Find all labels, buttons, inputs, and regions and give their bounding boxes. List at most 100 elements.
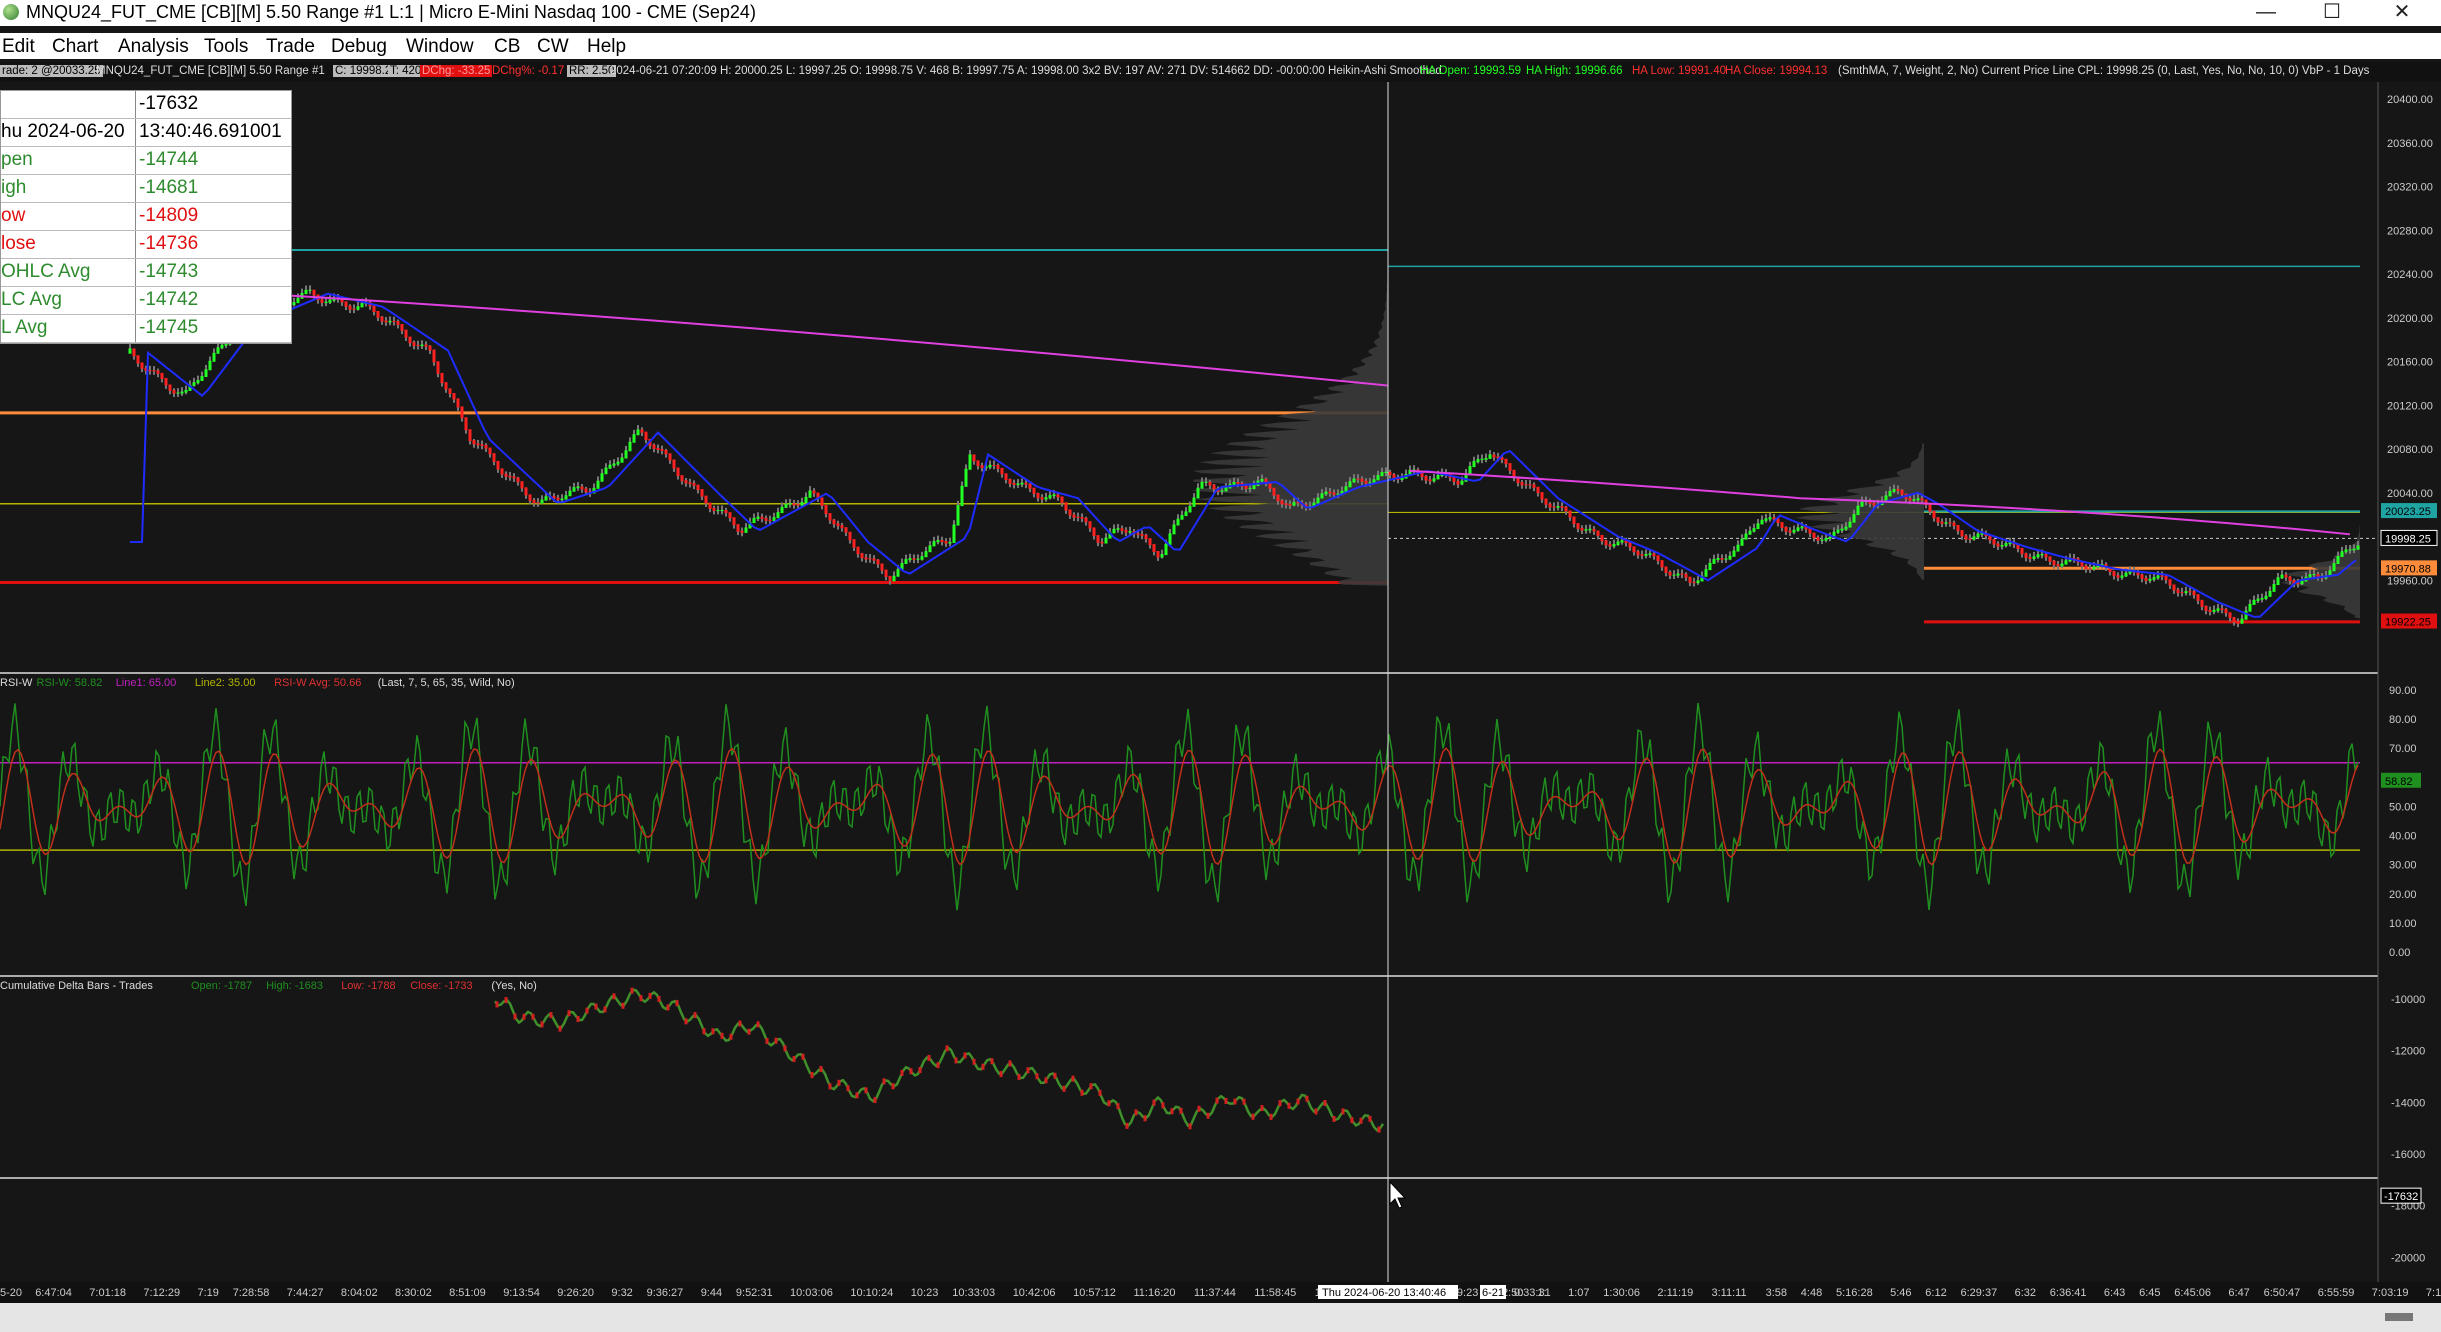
data-window-row-hl-avg: L Avg -14745 bbox=[1, 315, 291, 343]
time-axis-tick-label: 6:32 bbox=[2015, 1287, 2036, 1299]
info-stats: 2024-06-21 07:20:09 H: 20000.25 L: 19997… bbox=[610, 65, 1442, 77]
delta-axis-tick-label: -12000 bbox=[2391, 1046, 2425, 1058]
rsi-current-label: 58.82 bbox=[2385, 776, 2413, 788]
time-axis-tick-label: 10:23 bbox=[911, 1287, 939, 1299]
rsi-legend-item: (Last, 7, 5, 65, 35, Wild, No) bbox=[378, 677, 515, 689]
title-bar: MNQU24_FUT_CME [CB][M] 5.50 Range #1 L:1… bbox=[0, 0, 2441, 26]
time-axis-cursor-label: Thu 2024-06-20 13:40:46 bbox=[1322, 1287, 1446, 1299]
time-axis-tick-label: 6:43 bbox=[2104, 1287, 2125, 1299]
trade-badge[interactable]: rade: 2 @20033.25 bbox=[0, 65, 103, 77]
data-window-label: lose bbox=[1, 233, 36, 254]
time-axis-tick-label: 9:26:20 bbox=[557, 1287, 594, 1299]
delta-legend-item: Close: -1733 bbox=[410, 980, 472, 992]
rsi-axis-tick-label: 20.00 bbox=[2389, 889, 2417, 901]
data-window-value: -14742 bbox=[139, 289, 199, 310]
price-axis-tick-label: 20040.00 bbox=[2387, 488, 2433, 500]
time-axis-tick-label: 7:01:18 bbox=[89, 1287, 126, 1299]
chart-info-bar: rade: 2 @20033.25 MNQU24_FUT_CME [CB][M]… bbox=[0, 62, 2441, 82]
rsi-axis-tick-label: 30.00 bbox=[2389, 860, 2417, 872]
data-window-value: -14681 bbox=[139, 177, 199, 198]
time-axis-tick-label: 7:03:19 bbox=[2372, 1287, 2409, 1299]
data-window-label: LC Avg bbox=[1, 289, 62, 310]
time-axis-tick-label: 6:29:37 bbox=[1961, 1287, 1998, 1299]
time-axis-tick-label: 9:52:31 bbox=[736, 1287, 773, 1299]
time-axis-tick-label: 6:36:41 bbox=[2050, 1287, 2087, 1299]
price-axis-tick-label: 20240.00 bbox=[2387, 269, 2433, 281]
price-axis-tick-label: 20360.00 bbox=[2387, 138, 2433, 150]
info-rr: RR: 2.50 bbox=[567, 65, 617, 77]
time-axis-tick-label: 7:12:29 bbox=[143, 1287, 180, 1299]
price-axis-tick-label: 20120.00 bbox=[2387, 400, 2433, 412]
menu-chart[interactable]: Chart bbox=[52, 36, 98, 58]
menu-cw[interactable]: CW bbox=[537, 36, 569, 58]
data-window: -17632 hu 2024-06-20 13:40:46.691001 pen -… bbox=[0, 90, 292, 344]
info-ha-low: HA Low: 19991.40 bbox=[1632, 65, 1726, 77]
menu-analysis[interactable]: Analysis bbox=[118, 36, 189, 58]
time-axis-tick-label: 6:47 bbox=[2228, 1287, 2249, 1299]
menu-trade[interactable]: Trade bbox=[266, 36, 315, 58]
time-axis-tick-label: 9:36:27 bbox=[647, 1287, 684, 1299]
data-window-label: igh bbox=[1, 177, 27, 198]
time-axis-tick-label: 7:44:27 bbox=[287, 1287, 324, 1299]
time-axis-tick-label: 7:19 bbox=[198, 1287, 219, 1299]
rsi-legend-item: RSI-W Avg: 50.66 bbox=[274, 677, 361, 689]
rsi-legend-item: RSI-W: 58.82 bbox=[37, 677, 103, 689]
time-axis-tick-label: 1:07 bbox=[1568, 1287, 1589, 1299]
menu-cb[interactable]: CB bbox=[494, 36, 520, 58]
data-window-datetime-row: hu 2024-06-20 13:40:46.691001 bbox=[1, 119, 291, 147]
time-axis-tick-label: 7:12:11 bbox=[2426, 1287, 2441, 1299]
time-axis-tick-label: 5:16:28 bbox=[1836, 1287, 1873, 1299]
menu-help[interactable]: Help bbox=[587, 36, 626, 58]
time-axis-tick-label: 10:33:03 bbox=[952, 1287, 995, 1299]
menu-edit[interactable]: Edit bbox=[2, 36, 35, 58]
data-window-header-value: -17632 bbox=[139, 93, 199, 114]
time-axis-tick-label: 10:42:06 bbox=[1013, 1287, 1056, 1299]
rsi-legend-item: Line1: 65.00 bbox=[116, 677, 177, 689]
time-axis-tick-label: 6:45 bbox=[2139, 1287, 2160, 1299]
data-window-row-low: ow -14809 bbox=[1, 203, 291, 231]
info-symbol: MNQU24_FUT_CME [CB][M] 5.50 Range #1 bbox=[96, 65, 325, 77]
price-axis-tick-label: 20080.00 bbox=[2387, 444, 2433, 456]
info-ha-high: HA High: 19996.66 bbox=[1526, 65, 1623, 77]
delta-legend-item: Cumulative Delta Bars - Trades bbox=[0, 980, 153, 992]
rsi-axis-tick-label: 80.00 bbox=[2389, 714, 2417, 726]
data-window-row-close: lose -14736 bbox=[1, 231, 291, 259]
time-axis-tick-label: 8:30:02 bbox=[395, 1287, 432, 1299]
chart-background bbox=[0, 82, 2441, 1303]
status-bar bbox=[0, 1303, 2441, 1332]
rsi-axis-tick-label: 50.00 bbox=[2389, 801, 2417, 813]
time-axis-tick-label: 6:55:59 bbox=[2318, 1287, 2355, 1299]
menu-window[interactable]: Window bbox=[406, 36, 474, 58]
minimize-button[interactable]: — bbox=[2234, 0, 2298, 26]
rsi-axis-tick-label: 90.00 bbox=[2389, 685, 2417, 697]
data-window-date: hu 2024-06-20 bbox=[1, 121, 125, 142]
status-scroll-thumb[interactable] bbox=[2385, 1313, 2413, 1321]
data-window-value: -14743 bbox=[139, 261, 199, 282]
time-axis-tick-label: 5:46 bbox=[1890, 1287, 1911, 1299]
app-globe-icon bbox=[3, 4, 19, 20]
rsi-axis-tick-label: 40.00 bbox=[2389, 831, 2417, 843]
data-window-label: OHLC Avg bbox=[1, 261, 91, 282]
delta-axis-tick-label: -10000 bbox=[2391, 994, 2425, 1006]
menu-tools[interactable]: Tools bbox=[204, 36, 248, 58]
rsi-axis-tick-label: 10.00 bbox=[2389, 918, 2417, 930]
info-dchg-pct: DChg%: -0.17 bbox=[492, 65, 565, 77]
price-axis-tick-label: 19960.00 bbox=[2387, 575, 2433, 587]
delta-current-label: -17632 bbox=[2384, 1191, 2418, 1203]
time-axis-tick-label: 7:28:58 bbox=[233, 1287, 270, 1299]
menu-debug[interactable]: Debug bbox=[331, 36, 387, 58]
rsi-legend-item: Line2: 35.00 bbox=[195, 677, 256, 689]
data-window-label: ow bbox=[1, 205, 26, 226]
maximize-button[interactable]: ☐ bbox=[2300, 0, 2364, 26]
time-axis-tick-label: 10:03:06 bbox=[790, 1287, 833, 1299]
delta-axis-tick-label: -20000 bbox=[2391, 1252, 2425, 1264]
close-button[interactable]: ✕ bbox=[2370, 0, 2434, 26]
price-axis-marker-label: 19922.25 bbox=[2385, 617, 2431, 629]
price-axis-marker-label: 19970.88 bbox=[2385, 563, 2431, 575]
info-ha-close: HA Close: 19994.13 bbox=[1725, 65, 1828, 77]
price-axis-tick-label: 20320.00 bbox=[2387, 182, 2433, 194]
time-axis-tick-label: 3:11:11 bbox=[1712, 1287, 1747, 1299]
price-axis-tick-label: 20280.00 bbox=[2387, 225, 2433, 237]
price-axis-marker-label: 19998.25 bbox=[2385, 533, 2431, 545]
chart-canvas[interactable]: 20400.00 20360.00 20320.00 20280.00 20240.00… bbox=[0, 82, 2441, 1303]
